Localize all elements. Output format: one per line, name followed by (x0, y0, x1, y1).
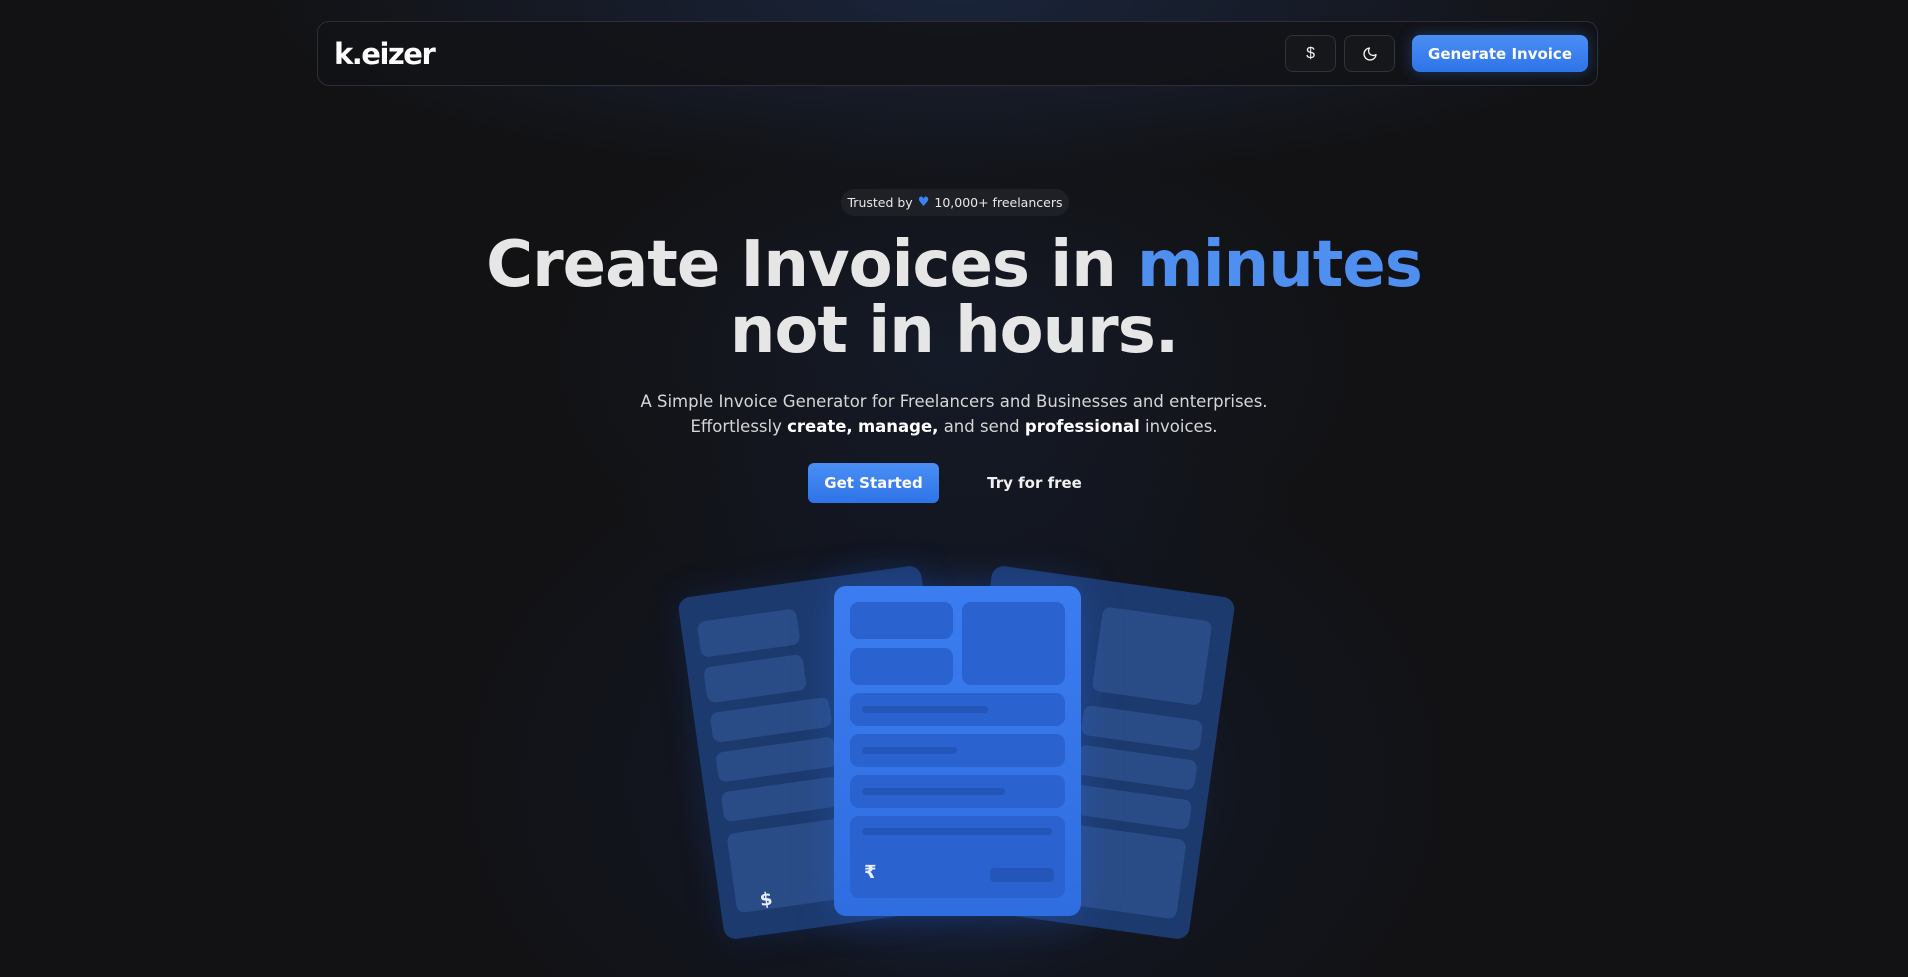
card-amount-pill (990, 868, 1054, 882)
headline-line2: not in hours. (729, 294, 1179, 368)
theme-toggle-button[interactable] (1344, 35, 1396, 72)
subtitle-create: create, (787, 417, 853, 436)
subtitle-pre: Effortlessly (690, 417, 782, 436)
card-row (1069, 783, 1193, 831)
logo-text: k.eizer (334, 36, 436, 71)
subtitle-post: invoices. (1144, 417, 1218, 436)
card-block (962, 602, 1065, 685)
generate-invoice-button[interactable]: Generate Invoice (1412, 35, 1588, 72)
navbar-actions: $ Generate Invoice (1285, 35, 1588, 72)
card-total-block: ₹ (850, 816, 1065, 898)
card-line (862, 788, 1005, 795)
subtitle-line2: Effortlessly create, manage, and send pr… (0, 414, 1908, 439)
card-block (850, 602, 953, 639)
card-row (1074, 744, 1198, 791)
card-row (850, 734, 1065, 767)
invoice-card-left: $ (677, 564, 968, 941)
card-line (862, 706, 988, 713)
top-navbar: k.eizer $ Generate Invoice (317, 21, 1598, 86)
card-row (1091, 606, 1213, 706)
card-row (1080, 704, 1204, 752)
trusted-prefix: Trusted by (847, 195, 913, 210)
subtitle-line1: A Simple Invoice Generator for Freelance… (640, 392, 1268, 411)
headline-part1: Create Invoices in (486, 228, 1117, 302)
dollar-icon: $ (1306, 44, 1315, 62)
currency-button[interactable]: $ (1285, 35, 1337, 72)
card-row (850, 775, 1065, 808)
invoice-card-center: ₹ (834, 586, 1081, 916)
card-row (715, 736, 839, 783)
try-for-free-button[interactable]: Try for free (969, 463, 1100, 503)
invoice-card-right (945, 564, 1236, 941)
keizer-logo[interactable]: k.eizer (334, 36, 436, 71)
dollar-icon: $ (758, 888, 774, 912)
subtitle-manage: manage, (857, 417, 939, 436)
trusted-badge: Trusted by ♥ 10,000+ freelancers (841, 189, 1069, 216)
card-block (850, 648, 953, 685)
card-row (720, 775, 844, 823)
subtitle-professional: professional (1024, 417, 1140, 436)
hero-headline: Create Invoices in minutes not in hours. (0, 232, 1908, 364)
hero-subtitle: A Simple Invoice Generator for Freelance… (0, 389, 1908, 439)
headline-accent: minutes (1137, 228, 1423, 302)
card-line (862, 747, 957, 754)
get-started-button[interactable]: Get Started (808, 463, 939, 503)
card-row (1056, 823, 1187, 920)
subtitle-mid: and send (943, 417, 1020, 436)
card-line (862, 828, 1052, 835)
card-row (726, 817, 857, 914)
moon-icon (1362, 46, 1377, 61)
card-row (709, 696, 833, 744)
card-row (850, 693, 1065, 726)
trusted-suffix: 10,000+ freelancers (934, 195, 1063, 210)
card-row (703, 653, 808, 704)
rupee-icon: ₹ (864, 862, 877, 883)
card-row (696, 608, 801, 658)
heart-icon: ♥ (917, 195, 930, 210)
hero-cta: Get Started Try for free (0, 463, 1908, 503)
